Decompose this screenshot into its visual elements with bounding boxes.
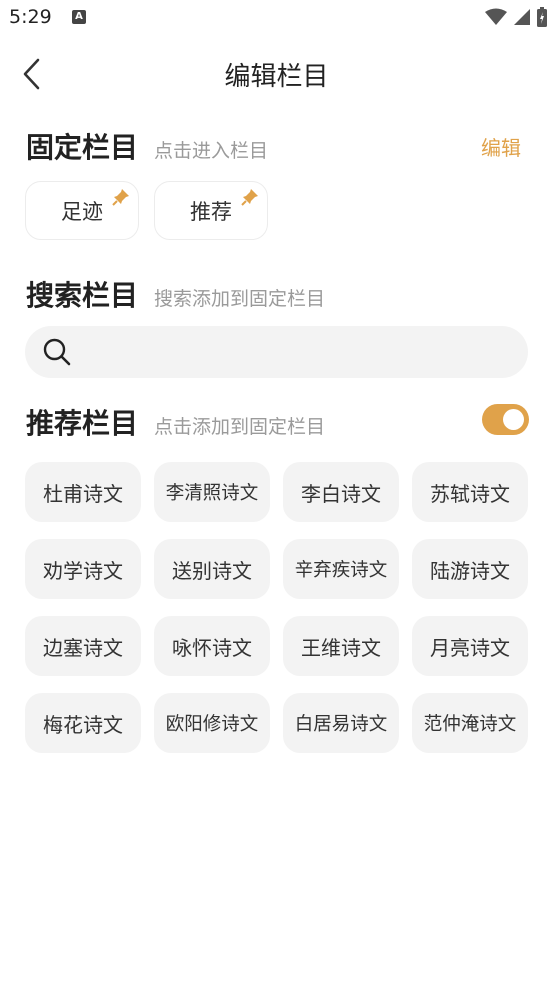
top-bar: 编辑栏目: [0, 48, 553, 100]
search-section-hint: 搜索添加到固定栏目: [154, 288, 326, 310]
recommend-chip[interactable]: 杜甫诗文: [25, 462, 141, 522]
recommend-section-title: 推荐栏目: [26, 407, 139, 440]
page-title: 编辑栏目: [224, 62, 329, 92]
recommend-chip[interactable]: 李清照诗文: [154, 462, 270, 522]
search-icon: [43, 338, 71, 366]
signal-icon: [514, 9, 530, 25]
pin-icon: [112, 189, 129, 206]
recommend-chip[interactable]: 梅花诗文: [25, 693, 141, 753]
recommend-chip[interactable]: 劝学诗文: [25, 539, 141, 599]
search-box[interactable]: [25, 326, 528, 378]
search-section-title: 搜索栏目: [26, 279, 139, 312]
recommend-chip[interactable]: 送别诗文: [154, 539, 270, 599]
recommend-chip[interactable]: 苏轼诗文: [412, 462, 528, 522]
recommend-chip[interactable]: 李白诗文: [283, 462, 399, 522]
wifi-icon: [485, 8, 507, 25]
fixed-section-header: 固定栏目 点击进入栏目: [26, 126, 268, 166]
status-bar: 5:29 A: [0, 0, 553, 36]
recommend-chip[interactable]: 陆游诗文: [412, 539, 528, 599]
notification-a-icon: A: [72, 10, 86, 24]
recommend-chip[interactable]: 辛弃疾诗文: [283, 539, 399, 599]
search-input[interactable]: [85, 334, 509, 372]
pin-icon: [241, 189, 258, 206]
fixed-chip-label: 推荐: [190, 199, 232, 224]
fixed-chip-footprint[interactable]: 足迹: [25, 181, 139, 240]
recommend-grid: 杜甫诗文 李清照诗文 李白诗文 苏轼诗文 劝学诗文 送别诗文 辛弃疾诗文 陆游诗…: [25, 462, 528, 753]
recommend-chip[interactable]: 咏怀诗文: [154, 616, 270, 676]
battery-icon: [537, 7, 547, 27]
fixed-section-hint: 点击进入栏目: [154, 140, 269, 162]
status-icons: [485, 7, 547, 27]
fixed-chip-recommend[interactable]: 推荐: [154, 181, 268, 240]
search-section-header: 搜索栏目 搜索添加到固定栏目: [26, 274, 325, 314]
status-time: 5:29: [9, 6, 52, 28]
recommend-section-header: 推荐栏目 点击添加到固定栏目: [26, 402, 325, 442]
recommend-chip[interactable]: 白居易诗文: [283, 693, 399, 753]
fixed-chip-label: 足迹: [61, 199, 103, 224]
fixed-section-title: 固定栏目: [26, 131, 139, 164]
recommend-toggle[interactable]: [482, 404, 529, 435]
recommend-chip[interactable]: 范仲淹诗文: [412, 693, 528, 753]
recommend-section-hint: 点击添加到固定栏目: [154, 416, 326, 438]
recommend-chip[interactable]: 月亮诗文: [412, 616, 528, 676]
toggle-knob: [503, 409, 524, 430]
edit-button[interactable]: 编辑: [481, 132, 521, 161]
recommend-chip[interactable]: 边塞诗文: [25, 616, 141, 676]
recommend-chip[interactable]: 王维诗文: [283, 616, 399, 676]
recommend-chip[interactable]: 欧阳修诗文: [154, 693, 270, 753]
